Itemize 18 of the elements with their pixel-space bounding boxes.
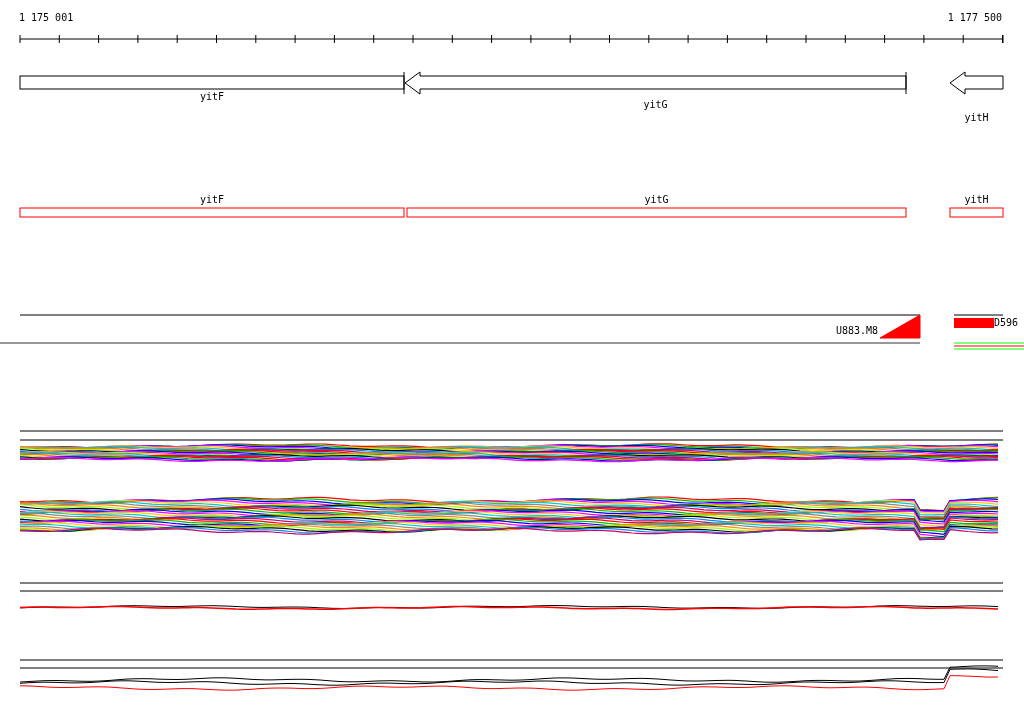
annotation-box[interactable] [406, 207, 907, 218]
marker-label: D596 [994, 318, 1019, 328]
annotation-box[interactable] [19, 207, 405, 218]
gene-arrow[interactable] [404, 71, 907, 95]
marker-bar [954, 318, 994, 328]
annotation-box[interactable] [949, 207, 1004, 218]
gene-label: yitF [199, 92, 225, 102]
gene-arrow[interactable] [949, 71, 1004, 95]
annotation-label: yitF [199, 195, 225, 205]
ruler-end-label: 1 177 500 [947, 13, 1002, 23]
marker-lines [953, 342, 1024, 350]
annotation-label: yitG [644, 195, 669, 205]
ruler-start-label: 1 175 001 [19, 13, 74, 23]
gene-label: yitH [964, 113, 989, 123]
marker-label: U883.M8 [836, 326, 879, 336]
annotation-label: yitH [964, 195, 989, 205]
gene-label: yitG [643, 100, 668, 110]
marker-ramp [879, 314, 921, 339]
